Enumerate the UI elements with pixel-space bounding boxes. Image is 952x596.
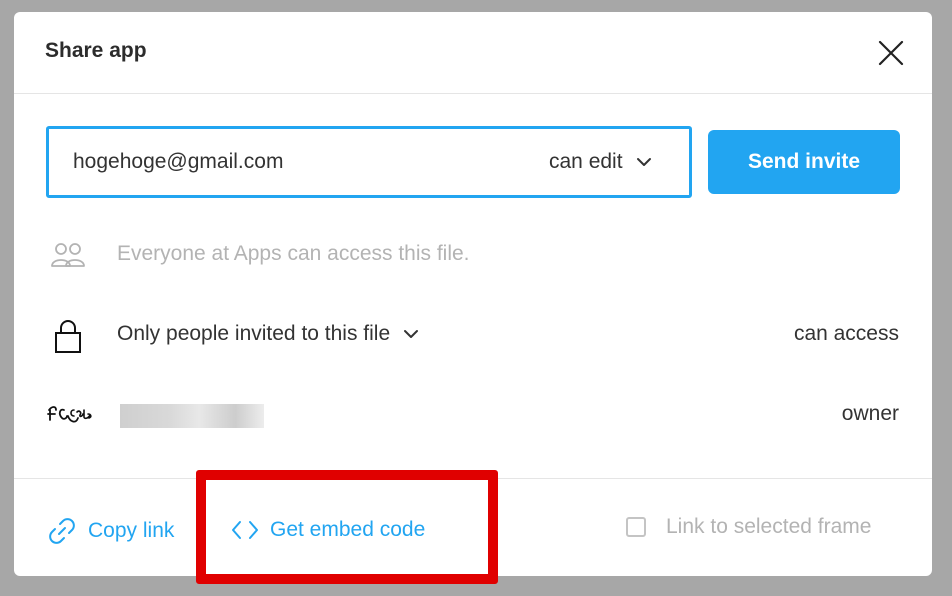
chevron-down-icon [404,330,419,338]
owner-role-label: owner [841,402,899,425]
access-role-label: can access [793,322,899,345]
owner-name-redacted [120,404,264,428]
copy-link-label: Copy link [88,519,175,542]
invite-field-box: can edit [46,126,692,198]
team-access-text: Everyone at Apps can access this file. [117,242,470,265]
close-icon[interactable] [878,40,904,66]
link-to-frame-checkbox[interactable] [626,517,646,537]
email-input[interactable] [73,147,493,177]
chevron-down-icon [636,158,651,166]
team-icon [50,238,86,272]
lock-icon [50,318,86,353]
dialog-title: Share app [45,39,147,62]
permission-dropdown[interactable]: can edit [549,147,653,177]
send-invite-button[interactable]: Send invite [708,130,900,194]
owner-row: owner [14,394,932,434]
copy-link-button[interactable]: Copy link [46,515,174,547]
link-to-selected-frame-toggle[interactable]: Link to selected frame [626,515,871,539]
team-access-row: Everyone at Apps can access this file. [14,234,932,274]
link-icon [49,518,75,544]
invite-access-row: Only people invited to this file can acc… [14,314,932,354]
permission-label: can edit [549,150,623,173]
highlight-annotation-box [196,470,498,584]
dialog-header: Share app [14,12,932,94]
avatar-logo [46,402,96,436]
link-to-frame-label: Link to selected frame [666,515,872,538]
access-scope-dropdown[interactable]: Only people invited to this file [117,322,420,346]
access-scope-label: Only people invited to this file [117,322,391,345]
